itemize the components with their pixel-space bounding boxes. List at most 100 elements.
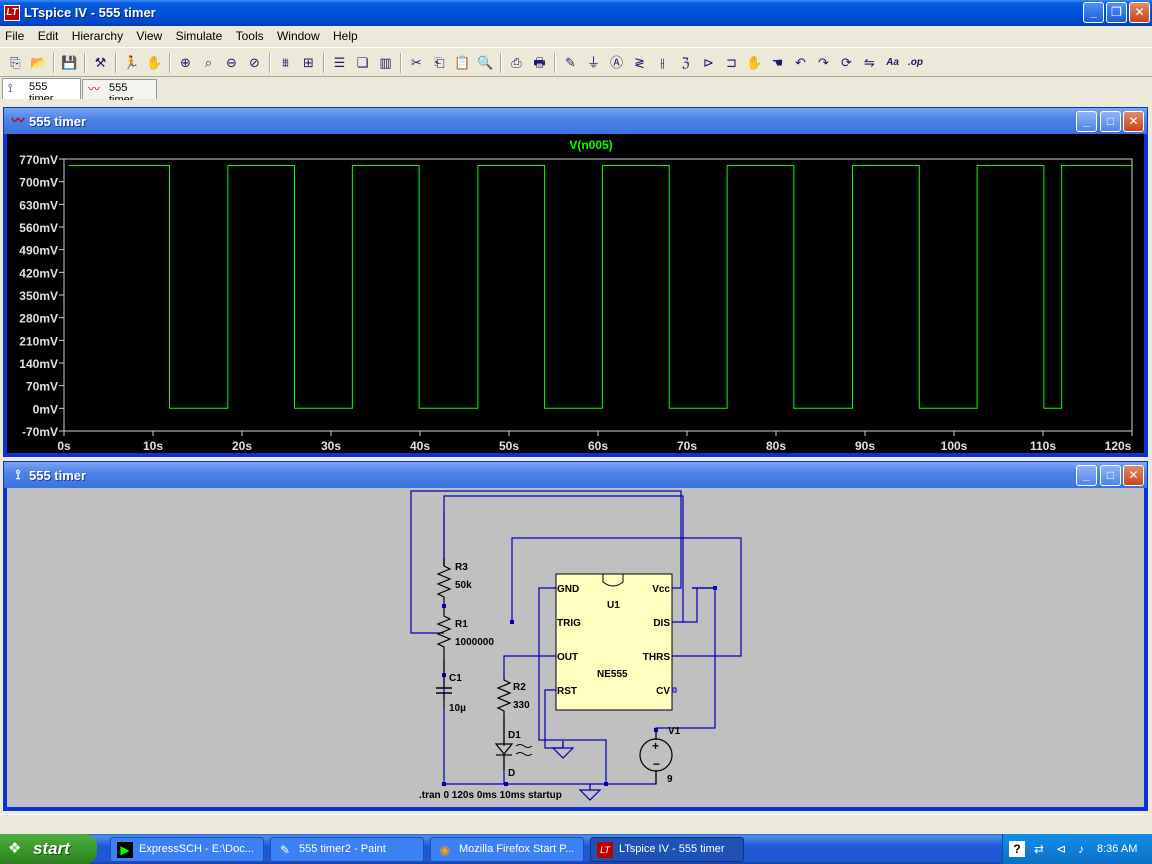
redo-icon[interactable]: ↷ <box>812 52 835 74</box>
resistor-r3[interactable]: R3 50k <box>436 558 472 604</box>
taskbar-button-paint[interactable]: ✎ 555 timer2 - Paint <box>270 837 424 862</box>
trace-v-n005[interactable] <box>68 165 1133 409</box>
y-tick-label[interactable]: 560mV <box>19 221 58 235</box>
volume-icon[interactable]: ♪ <box>1073 841 1089 857</box>
minimize-button[interactable]: _ <box>1083 2 1104 23</box>
r3-value[interactable]: 50k <box>455 580 472 591</box>
d1-name[interactable]: D1 <box>508 730 521 741</box>
tile-vertical-icon[interactable]: ▥ <box>374 52 397 74</box>
led-d1[interactable]: D1 D <box>494 716 533 779</box>
menu-view[interactable]: View <box>131 26 167 43</box>
plot-minimize-button[interactable]: _ <box>1076 111 1097 132</box>
c1-value[interactable]: 10µ <box>449 703 466 714</box>
window-titlebar[interactable]: LT LTspice IV - 555 timer _ ❐ ✕ <box>0 0 1152 26</box>
capacitor-icon[interactable]: ⫲ <box>651 52 674 74</box>
zoom-out-icon[interactable]: ⊖ <box>220 52 243 74</box>
x-tick-label[interactable]: 110s <box>1030 439 1056 453</box>
cut-icon[interactable]: ✂ <box>405 52 428 74</box>
menu-hierarchy[interactable]: Hierarchy <box>67 26 128 43</box>
x-tick-label[interactable]: 120s <box>1105 439 1132 453</box>
y-tick-label[interactable]: 210mV <box>19 334 58 348</box>
save-icon[interactable]: 💾 <box>58 52 81 74</box>
network-icon[interactable]: ⇄ <box>1031 841 1047 857</box>
plot-window-titlebar[interactable]: 〰 555 timer _ □ ✕ <box>4 108 1147 134</box>
x-tick-label[interactable]: 20s <box>232 439 252 453</box>
schematic-drawing[interactable]: R3 50k R1 1000000 C1 10µ R2 330 D1 D + −… <box>7 488 1146 809</box>
inductor-icon[interactable]: ℨ <box>674 52 697 74</box>
v1-value[interactable]: 9 <box>667 774 673 785</box>
x-tick-label[interactable]: 100s <box>941 439 968 453</box>
schematic-minimize-button[interactable]: _ <box>1076 465 1097 486</box>
taskbar-button-ltspice[interactable]: LT LTspice IV - 555 timer <box>590 837 744 862</box>
y-tick-label[interactable]: 140mV <box>19 357 58 371</box>
paste-icon[interactable]: 📋 <box>451 52 474 74</box>
trace-label[interactable]: V(n005) <box>569 138 612 152</box>
y-tick-label[interactable]: 280mV <box>19 312 58 326</box>
x-tick-label[interactable]: 10s <box>143 439 163 453</box>
x-tick-label[interactable]: 0s <box>57 439 71 453</box>
restore-button[interactable]: ❐ <box>1106 2 1127 23</box>
plot-close-button[interactable]: ✕ <box>1123 111 1144 132</box>
print-icon[interactable]: 🖶 <box>528 52 551 74</box>
zoom-in-icon[interactable]: ⊕ <box>174 52 197 74</box>
c1-name[interactable]: C1 <box>449 673 462 684</box>
x-tick-label[interactable]: 30s <box>321 439 341 453</box>
schematic-canvas[interactable]: R3 50k R1 1000000 C1 10µ R2 330 D1 D + −… <box>7 488 1144 807</box>
x-tick-label[interactable]: 40s <box>410 439 430 453</box>
capacitor-c1[interactable]: C1 10µ <box>436 673 466 714</box>
y-tick-label[interactable]: 630mV <box>19 198 58 212</box>
schematic-maximize-button[interactable]: □ <box>1100 465 1121 486</box>
y-tick-label[interactable]: -70mV <box>22 425 58 439</box>
r3-name[interactable]: R3 <box>455 562 468 573</box>
ic-u1-ne555[interactable]: GND TRIG OUT RST Vcc DIS THRS CV U1 NE55… <box>555 573 677 711</box>
back-arrow-icon[interactable]: ⊲ <box>1053 841 1069 857</box>
plot-maximize-button[interactable]: □ <box>1100 111 1121 132</box>
help-icon[interactable]: ? <box>1009 841 1025 857</box>
menu-help[interactable]: Help <box>328 26 363 43</box>
y-tick-label[interactable]: 0mV <box>33 402 58 416</box>
mirror-icon[interactable]: ⇋ <box>858 52 881 74</box>
tab-schematic[interactable]: ⟟ 555 timer <box>2 78 81 105</box>
r2-name[interactable]: R2 <box>513 682 526 693</box>
tab-waveform[interactable]: 〰 555 timer <box>82 79 157 106</box>
menu-tools[interactable]: Tools <box>231 26 269 43</box>
x-tick-label[interactable]: 70s <box>677 439 697 453</box>
ground-symbol[interactable] <box>578 784 602 801</box>
component-icon[interactable]: ⊐ <box>720 52 743 74</box>
y-tick-label[interactable]: 420mV <box>19 266 58 280</box>
control-panel-icon[interactable]: ⚒ <box>89 52 112 74</box>
resistor-icon[interactable]: ≷ <box>628 52 651 74</box>
zoom-cancel-icon[interactable]: ⊘ <box>243 52 266 74</box>
halt-icon[interactable]: ✋ <box>143 52 166 74</box>
waveform-chart[interactable]: 770mV 700mV 630mV 560mV 490mV 420mV 350mV 280mV… <box>7 134 1146 455</box>
r1-value[interactable]: 1000000 <box>455 637 494 648</box>
x-tick-label[interactable]: 50s <box>499 439 519 453</box>
menu-simulate[interactable]: Simulate <box>171 26 228 43</box>
taskbar-button-firefox[interactable]: ◉ Mozilla Firefox Start P... <box>430 837 584 862</box>
menu-window[interactable]: Window <box>272 26 325 43</box>
undo-icon[interactable]: ↶ <box>789 52 812 74</box>
menu-edit[interactable]: Edit <box>33 26 64 43</box>
copy-icon[interactable]: ⎗ <box>428 52 451 74</box>
r2-value[interactable]: 330 <box>513 700 530 711</box>
ltspice-app-icon[interactable]: LT <box>4 5 20 21</box>
autorange-icon[interactable]: ⩩ <box>274 52 297 74</box>
d1-value[interactable]: D <box>508 768 515 779</box>
move-icon[interactable]: ✋ <box>743 52 766 74</box>
schematic-window-titlebar[interactable]: ⟟ 555 timer _ □ ✕ <box>4 462 1147 488</box>
x-tick-label[interactable]: 90s <box>855 439 875 453</box>
y-tick-label[interactable]: 770mV <box>19 153 58 167</box>
resistor-r1[interactable]: R1 1000000 <box>436 608 494 675</box>
ground-icon[interactable]: ⏚ <box>582 52 605 74</box>
print-setup-icon[interactable]: ⎙ <box>505 52 528 74</box>
spice-directive-icon[interactable]: .op <box>904 52 927 74</box>
r1-name[interactable]: R1 <box>455 619 468 630</box>
diode-icon[interactable]: ⊳ <box>697 52 720 74</box>
x-tick-label[interactable]: 80s <box>766 439 786 453</box>
y-tick-label[interactable]: 350mV <box>19 289 58 303</box>
text-icon[interactable]: Aa <box>881 52 904 74</box>
u1-model[interactable]: NE555 <box>597 669 628 680</box>
spice-directive[interactable]: .tran 0 120s 0ms 10ms startup <box>419 790 562 801</box>
open-file-icon[interactable]: 📂 <box>27 52 50 74</box>
wire-icon[interactable]: ✎ <box>559 52 582 74</box>
